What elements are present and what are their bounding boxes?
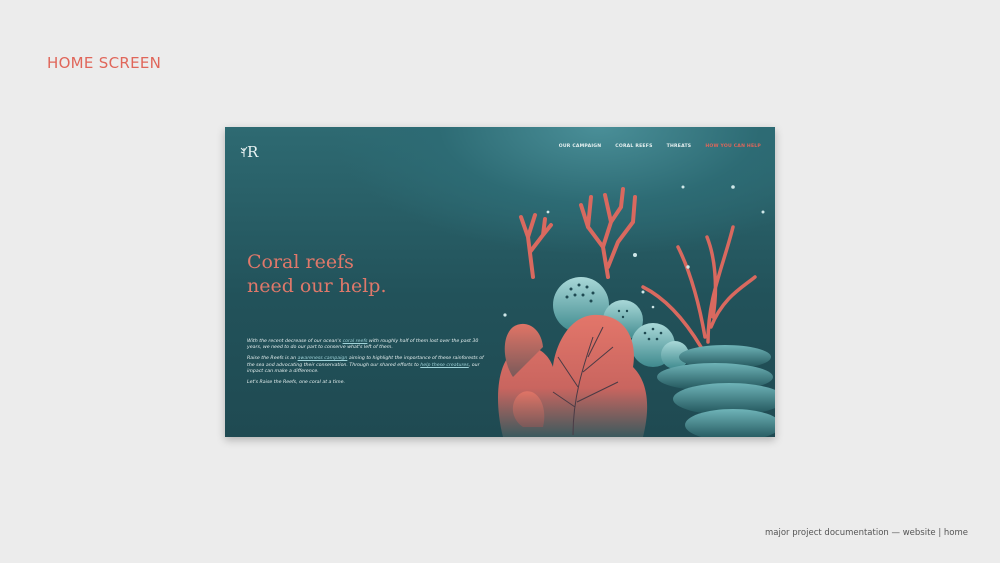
coral-logo-icon: R	[240, 143, 259, 161]
nav-our-campaign[interactable]: OUR CAMPAIGN	[559, 144, 602, 149]
main-nav: OUR CAMPAIGN CORAL REEFS THREATS HOW YOU…	[559, 144, 761, 149]
hero-title-line-2: need our help.	[247, 275, 387, 297]
nav-coral-reefs[interactable]: CORAL REEFS	[615, 144, 652, 149]
intro-paragraph-3: Let's Raise the Reefs, one coral at a ti…	[247, 380, 345, 386]
text-span: Raise the Reefs is an	[247, 356, 298, 362]
doc-footer: major project documentation — website | …	[764, 528, 968, 538]
nav-how-you-can-help[interactable]: HOW YOU CAN HELP	[705, 144, 761, 149]
awareness-campaign-link[interactable]: awareness campaign	[298, 356, 348, 361]
branch-coral-middle	[579, 187, 637, 279]
leaf-coral	[498, 314, 648, 437]
coral-reefs-link[interactable]: coral reefs	[343, 339, 368, 344]
page-heading: HOME SCREEN	[47, 54, 162, 72]
intro-copy: With the recent decrease of our ocean's …	[247, 339, 487, 391]
logo-letter: R	[247, 143, 259, 161]
logo[interactable]: R	[239, 139, 263, 161]
nav-threats[interactable]: THREATS	[667, 144, 692, 149]
intro-paragraph-1: With the recent decrease of our ocean's …	[247, 339, 487, 351]
branch-coral-left	[519, 213, 553, 279]
website-mockup: R OUR CAMPAIGN CORAL REEFS THREATS HOW Y…	[225, 127, 775, 437]
hero-title: Coral reefs need our help.	[247, 250, 467, 298]
text-span: With the recent decrease of our ocean's	[247, 339, 343, 344]
intro-paragraph-2: Raise the Reefs is an awareness campaign…	[247, 356, 487, 375]
hero-title-line-1: Coral reefs	[247, 251, 354, 273]
coral-reef-illustration	[498, 185, 775, 437]
help-these-creatures-link[interactable]: help these creatures	[420, 363, 468, 368]
